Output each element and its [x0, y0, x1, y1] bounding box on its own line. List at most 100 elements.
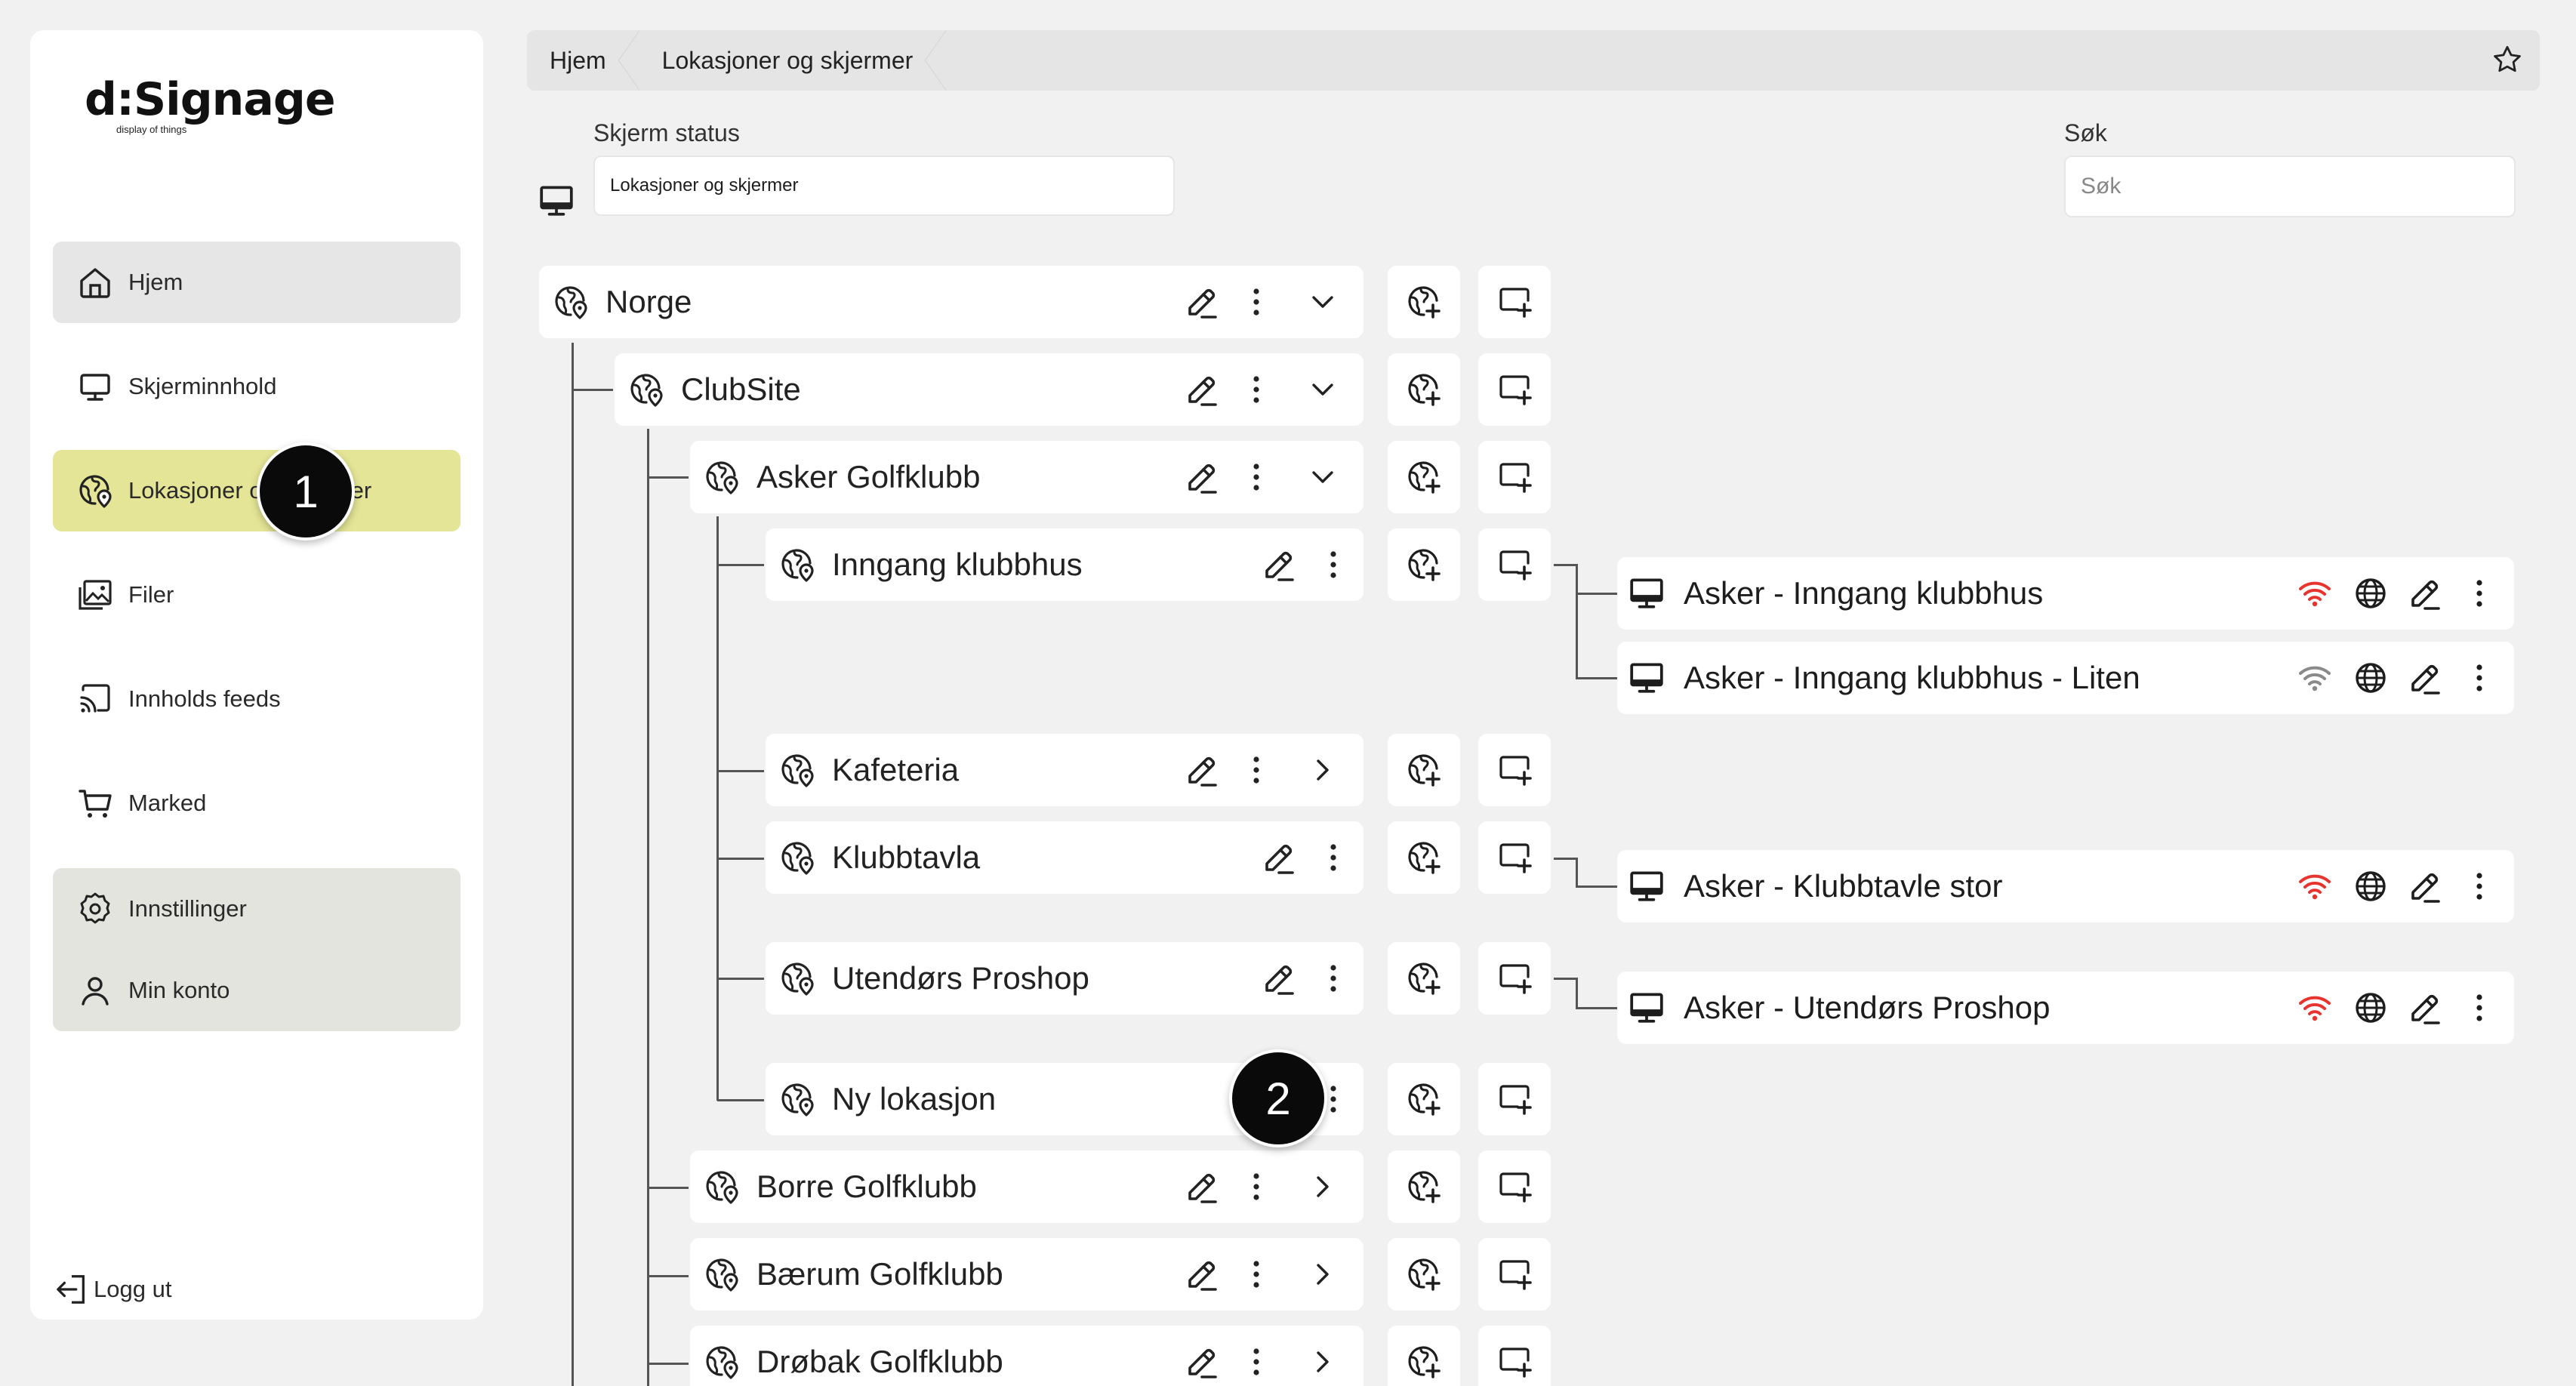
add-location-button[interactable] — [1388, 441, 1460, 513]
location-name: Ny lokasjon — [832, 1081, 997, 1116]
more-options-icon[interactable] — [1315, 839, 1351, 876]
breadcrumb-hjem[interactable]: Hjem — [527, 30, 639, 91]
chevron-down-icon[interactable] — [1305, 284, 1341, 320]
edit-pencil-icon[interactable] — [1261, 547, 1297, 583]
more-options-icon[interactable] — [1238, 752, 1274, 788]
edit-pencil-icon[interactable] — [1261, 960, 1297, 996]
edit-pencil-icon[interactable] — [1184, 1344, 1220, 1380]
sidebar-item-min-konto[interactable]: Min konto — [53, 950, 461, 1031]
sidebar-item-innstillinger[interactable]: Innstillinger — [53, 868, 461, 950]
add-screen-button[interactable] — [1478, 734, 1551, 806]
more-options-icon[interactable] — [2461, 868, 2497, 904]
location-row-kafeteria[interactable]: Kafeteria — [766, 734, 1363, 806]
location-row-asker-golfklubb[interactable]: Asker Golfklubb — [690, 441, 1363, 513]
edit-pencil-icon[interactable] — [1184, 1256, 1220, 1292]
globe-icon[interactable] — [2353, 660, 2389, 696]
edit-pencil-icon[interactable] — [1261, 839, 1297, 876]
add-screen-button[interactable] — [1478, 1150, 1551, 1223]
chevron-right-icon[interactable] — [1305, 1256, 1341, 1292]
location-row-borre-golfklubb[interactable]: Borre Golfklubb — [690, 1150, 1363, 1223]
add-location-button[interactable] — [1388, 528, 1460, 601]
more-options-icon[interactable] — [2461, 660, 2497, 696]
screen-status-select[interactable]: Lokasjoner og skjermer — [593, 156, 1175, 216]
chevron-right-icon[interactable] — [1305, 1169, 1341, 1205]
location-row-norge[interactable]: Norge — [539, 266, 1363, 338]
location-row-baerum-golfklubb[interactable]: Bærum Golfklubb — [690, 1238, 1363, 1311]
add-location-button[interactable] — [1388, 942, 1460, 1015]
add-screen-button[interactable] — [1478, 821, 1551, 894]
add-screen-button[interactable] — [1478, 1326, 1551, 1386]
add-screen-button[interactable] — [1478, 1238, 1551, 1311]
add-location-button[interactable] — [1388, 353, 1460, 426]
breadcrumb-current[interactable]: Lokasjoner og skjermer — [629, 30, 946, 91]
chevron-right-icon[interactable] — [1305, 752, 1341, 788]
search-input[interactable]: Søk — [2064, 156, 2516, 217]
sidebar-item-skjerminnhold[interactable]: Skjerminnhold — [53, 346, 461, 427]
user-icon — [75, 971, 115, 1010]
add-location-button[interactable] — [1388, 1063, 1460, 1135]
add-screen-button[interactable] — [1478, 1063, 1551, 1135]
sidebar-item-innholds-feeds[interactable]: Innholds feeds — [53, 658, 461, 740]
sidebar-item-hjem[interactable]: Hjem — [53, 242, 461, 323]
more-options-icon[interactable] — [1238, 459, 1274, 495]
more-options-icon[interactable] — [1238, 1344, 1274, 1380]
add-location-button[interactable] — [1388, 1238, 1460, 1311]
chevron-down-icon[interactable] — [1305, 459, 1341, 495]
edit-pencil-icon[interactable] — [1184, 371, 1220, 408]
sidebar-item-label: Hjem — [128, 269, 183, 295]
screen-row-asker-utendors-proshop[interactable]: Asker - Utendørs Proshop — [1617, 972, 2514, 1044]
add-location-button[interactable] — [1388, 1326, 1460, 1386]
screen-row-asker-klubbtavle-stor[interactable]: Asker - Klubbtavle stor — [1617, 850, 2514, 922]
edit-pencil-icon[interactable] — [1184, 284, 1220, 320]
add-screen-button[interactable] — [1478, 942, 1551, 1015]
location-row-clubsite[interactable]: ClubSite — [615, 353, 1363, 426]
more-options-icon[interactable] — [1238, 284, 1274, 320]
add-screen-button[interactable] — [1478, 528, 1551, 601]
monitor-icon — [75, 367, 115, 406]
add-location-button[interactable] — [1388, 734, 1460, 806]
sidebar-item-label: Marked — [128, 790, 207, 816]
edit-pencil-icon[interactable] — [2407, 990, 2443, 1026]
globe-icon[interactable] — [2353, 868, 2389, 904]
location-row-drobak-golfklubb[interactable]: Drøbak Golfklubb — [690, 1326, 1363, 1386]
add-screen-button[interactable] — [1478, 353, 1551, 426]
location-row-utendors-proshop[interactable]: Utendørs Proshop — [766, 942, 1363, 1015]
more-options-icon[interactable] — [1315, 547, 1351, 583]
add-location-button[interactable] — [1388, 821, 1460, 894]
add-screen-button[interactable] — [1478, 266, 1551, 338]
more-options-icon[interactable] — [2461, 575, 2497, 611]
add-location-icon — [1406, 752, 1442, 788]
app-logo[interactable]: d:Signage display of things — [85, 77, 336, 135]
more-options-icon[interactable] — [2461, 990, 2497, 1026]
edit-pencil-icon[interactable] — [2407, 660, 2443, 696]
edit-pencil-icon[interactable] — [1184, 752, 1220, 788]
chevron-down-icon[interactable] — [1305, 371, 1341, 408]
globe-icon[interactable] — [2353, 990, 2389, 1026]
globe-icon[interactable] — [2353, 575, 2389, 611]
more-options-icon[interactable] — [1238, 1169, 1274, 1205]
tree-line — [572, 343, 574, 1386]
more-options-icon[interactable] — [1315, 960, 1351, 996]
more-options-icon[interactable] — [1238, 371, 1274, 408]
tree-line — [1576, 978, 1578, 1009]
edit-pencil-icon[interactable] — [1184, 459, 1220, 495]
location-icon — [704, 1256, 740, 1292]
add-screen-button[interactable] — [1478, 441, 1551, 513]
logout-button[interactable]: Logg ut — [54, 1272, 171, 1307]
add-location-button[interactable] — [1388, 1150, 1460, 1223]
location-row-klubbtavla[interactable]: Klubbtavla — [766, 821, 1363, 894]
location-row-inngang-klubbhus[interactable]: Inngang klubbhus — [766, 528, 1363, 601]
edit-pencil-icon[interactable] — [2407, 575, 2443, 611]
sidebar-item-marked[interactable]: Marked — [53, 762, 461, 844]
add-location-button[interactable] — [1388, 266, 1460, 338]
sidebar-item-label: Filer — [128, 581, 174, 608]
more-options-icon[interactable] — [1238, 1256, 1274, 1292]
add-location-icon — [1406, 1081, 1442, 1117]
screen-row-asker-inngang-klubbhus-liten[interactable]: Asker - Inngang klubbhus - Liten — [1617, 642, 2514, 714]
screen-row-asker-inngang-klubbhus[interactable]: Asker - Inngang klubbhus — [1617, 557, 2514, 630]
edit-pencil-icon[interactable] — [2407, 868, 2443, 904]
chevron-right-icon[interactable] — [1305, 1344, 1341, 1380]
edit-pencil-icon[interactable] — [1184, 1169, 1220, 1205]
sidebar-item-filer[interactable]: Filer — [53, 554, 461, 636]
favorite-star-icon[interactable] — [2491, 44, 2523, 75]
